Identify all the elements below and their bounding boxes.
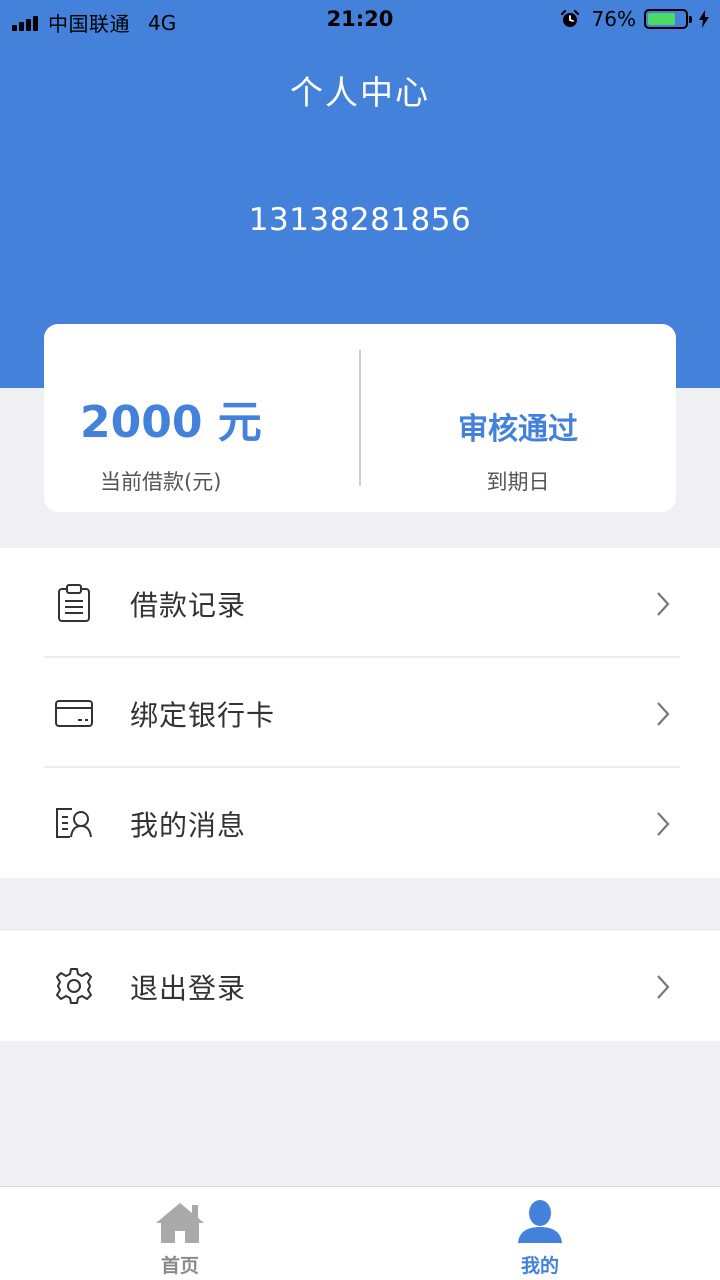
bank-card-icon bbox=[55, 700, 93, 727]
menu-label-bind-card: 绑定银行卡 bbox=[130, 699, 276, 732]
review-status-section: 审核通过 到期日 bbox=[360, 324, 676, 512]
user-icon bbox=[518, 1200, 562, 1243]
contact-card-icon bbox=[56, 808, 92, 838]
tab-mine[interactable]: 我的 bbox=[360, 1187, 720, 1280]
charging-bolt-icon bbox=[699, 10, 709, 28]
home-icon bbox=[156, 1203, 204, 1243]
due-date-label: 到期日 bbox=[486, 470, 550, 494]
gear-icon bbox=[56, 968, 92, 1004]
menu-label-logout: 退出登录 bbox=[130, 972, 247, 1005]
tab-bar: 首页 我的 bbox=[0, 1186, 720, 1280]
review-status: 审核通过 bbox=[458, 412, 578, 447]
chevron-right-icon bbox=[657, 975, 670, 999]
loan-amount-section: 2000 元 当前借款(元) bbox=[44, 324, 360, 512]
menu-item-loan-records[interactable]: 借款记录 bbox=[0, 548, 720, 658]
alarm-icon bbox=[560, 9, 579, 27]
clipboard-icon bbox=[58, 584, 90, 622]
menu-item-logout[interactable]: 退出登录 bbox=[0, 931, 720, 1041]
menu-label-messages: 我的消息 bbox=[130, 809, 247, 842]
tab-label-home: 首页 bbox=[160, 1255, 199, 1277]
page-title: 个人中心 bbox=[290, 73, 430, 112]
tab-label-mine: 我的 bbox=[520, 1255, 559, 1277]
battery-percent: 76% bbox=[591, 7, 636, 31]
battery-icon bbox=[644, 9, 692, 29]
loan-amount: 2000 元 bbox=[80, 397, 262, 448]
menu-item-bind-card[interactable]: 绑定银行卡 bbox=[0, 658, 720, 768]
loan-summary-card: 2000 元 当前借款(元) 审核通过 到期日 bbox=[44, 324, 676, 512]
menu-item-messages[interactable]: 我的消息 bbox=[0, 768, 720, 878]
menu-label-loan-records: 借款记录 bbox=[130, 589, 247, 622]
menu-group-settings: 退出登录 bbox=[0, 931, 720, 1041]
chevron-right-icon bbox=[657, 592, 670, 616]
loan-amount-label: 当前借款(元) bbox=[100, 470, 222, 494]
chevron-right-icon bbox=[657, 702, 670, 726]
menu-group-main: 借款记录 绑定银行卡 我的消息 bbox=[0, 548, 720, 878]
tab-home[interactable]: 首页 bbox=[0, 1187, 360, 1280]
status-bar: 中国联通 4G 21:20 76% bbox=[0, 0, 720, 40]
user-phone: 13138281856 bbox=[248, 202, 472, 238]
chevron-right-icon bbox=[657, 812, 670, 836]
